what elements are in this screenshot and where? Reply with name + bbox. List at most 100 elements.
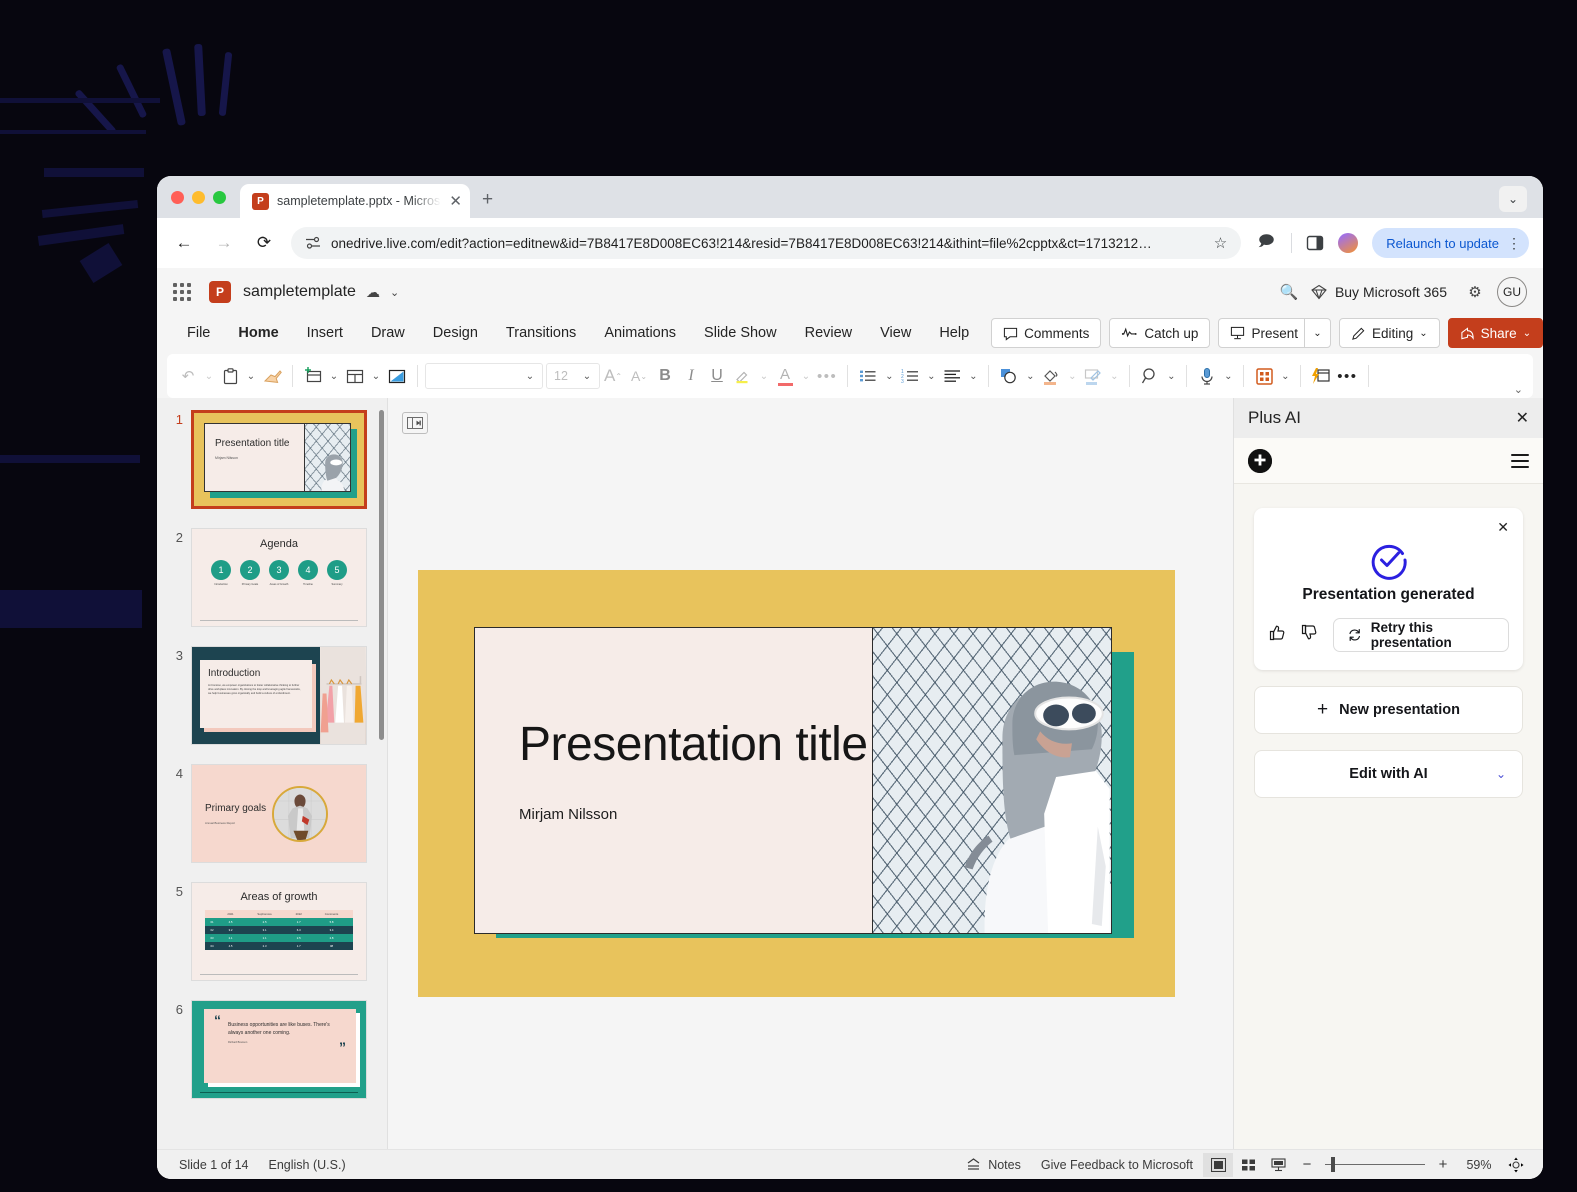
relaunch-to-update-button[interactable]: Relaunch to update ⋮ — [1372, 228, 1529, 258]
thumbnail-row[interactable]: 4 Primary goals Annual Business Report — [157, 764, 387, 863]
slide-title[interactable]: Presentation title — [519, 719, 872, 770]
close-icon[interactable]: ✕ — [449, 194, 462, 209]
thumbnail-row[interactable]: 2 Agenda 1 2 3 4 5 Introduction Primary … — [157, 528, 387, 627]
maximize-window-button[interactable] — [213, 190, 226, 204]
share-button[interactable]: Share ⌄ — [1447, 318, 1543, 348]
address-bar[interactable]: onedrive.live.com/edit?action=editnew&id… — [291, 227, 1242, 259]
present-button[interactable]: Present ⌄ — [1218, 318, 1331, 348]
minimize-window-button[interactable] — [192, 190, 205, 204]
zoom-level[interactable]: 59% — [1457, 1158, 1501, 1172]
chevron-down-icon[interactable]: ⌄ — [1022, 361, 1038, 391]
font-size-input[interactable]: 12 ⌄ — [546, 363, 600, 389]
designer-grid-icon[interactable] — [1251, 361, 1277, 391]
chevron-down-icon[interactable]: ⌄ — [1514, 383, 1523, 396]
autosave-cloud-icon[interactable]: ☁ — [366, 284, 380, 301]
thumbnail-row[interactable]: 3 Introduction At Contoso, we empower or… — [157, 646, 387, 745]
bold-button[interactable]: B — [652, 361, 678, 391]
slide-thumbnail-2[interactable]: Agenda 1 2 3 4 5 Introduction Primary Go… — [191, 528, 367, 627]
new-presentation-button[interactable]: + New presentation — [1254, 686, 1523, 734]
kebab-menu-icon[interactable]: ⋮ — [1507, 235, 1521, 252]
catch-up-button[interactable]: Catch up — [1109, 318, 1211, 348]
underline-button[interactable]: U — [704, 361, 730, 391]
undo-icon[interactable]: ↶ — [175, 361, 201, 391]
buy-microsoft-365-button[interactable]: Buy Microsoft 365 — [1311, 284, 1447, 300]
extensions-icon[interactable]: 🗩 — [1255, 231, 1277, 256]
arrow-left-icon[interactable]: ← — [171, 230, 197, 256]
arrow-right-icon[interactable]: → — [211, 230, 237, 256]
thumbs-up-icon[interactable] — [1268, 624, 1287, 646]
gear-icon[interactable]: ⚙ — [1459, 276, 1491, 308]
reading-view-icon[interactable] — [1263, 1153, 1293, 1177]
retry-presentation-button[interactable]: Retry this presentation — [1333, 618, 1510, 652]
document-title[interactable]: sampletemplate — [243, 283, 356, 301]
zoom-slider-thumb[interactable] — [1331, 1157, 1335, 1172]
new-slide-icon[interactable] — [300, 361, 326, 391]
find-icon[interactable] — [1137, 361, 1163, 391]
shape-format-icon[interactable] — [1080, 361, 1106, 391]
italic-button[interactable]: I — [678, 361, 704, 391]
slide-thumbnail-3[interactable]: Introduction At Contoso, we empower orga… — [191, 646, 367, 745]
more-options-icon[interactable]: ••• — [1334, 361, 1360, 391]
shape-fill-icon[interactable] — [1038, 361, 1064, 391]
chevron-down-icon[interactable]: ⌄ — [243, 361, 259, 391]
panel-scrollbar[interactable] — [379, 410, 384, 740]
reload-icon[interactable]: ⟳ — [251, 230, 277, 256]
format-painter-icon[interactable] — [259, 361, 285, 391]
text-highlight-icon[interactable] — [730, 361, 756, 391]
dictate-microphone-icon[interactable] — [1194, 361, 1220, 391]
browser-tab[interactable]: P sampletemplate.pptx - Micros ✕ — [240, 184, 470, 218]
chevron-down-icon[interactable]: ⌄ — [1064, 361, 1080, 391]
new-tab-button[interactable]: + — [482, 190, 493, 209]
hamburger-menu-icon[interactable] — [1511, 453, 1529, 468]
slide-thumbnail-5[interactable]: Areas of growth 2021 Sophomore 2022 Comm… — [191, 882, 367, 981]
ribbon-tab-file[interactable]: File — [173, 321, 224, 345]
site-settings-icon[interactable] — [305, 235, 321, 251]
chevron-down-icon[interactable]: ⌄ — [390, 286, 399, 299]
feedback-button[interactable]: Give Feedback to Microsoft — [1031, 1158, 1203, 1172]
slide-subtitle[interactable]: Mirjam Nilsson — [519, 806, 872, 823]
slide-sorter-icon[interactable] — [1233, 1153, 1263, 1177]
increase-font-size-icon[interactable]: A ⌃ — [600, 361, 626, 391]
bulleted-list-icon[interactable] — [855, 361, 881, 391]
chevron-down-icon[interactable]: ⌄ — [201, 361, 217, 391]
slide-thumbnail-4[interactable]: Primary goals Annual Business Report — [191, 764, 367, 863]
chevron-down-icon[interactable]: ⌄ — [326, 361, 342, 391]
close-window-button[interactable] — [171, 190, 184, 204]
chevron-down-icon[interactable]: ⌄ — [1277, 361, 1293, 391]
star-icon[interactable]: ☆ — [1214, 234, 1227, 252]
slide-thumbnail-6[interactable]: “ Business opportunities are like buses.… — [191, 1000, 367, 1099]
reset-slide-icon[interactable] — [384, 361, 410, 391]
ribbon-tab-help[interactable]: Help — [925, 321, 983, 345]
close-icon[interactable]: ✕ — [1516, 408, 1529, 428]
ribbon-tab-slide-show[interactable]: Slide Show — [690, 321, 791, 345]
zoom-slider[interactable] — [1325, 1157, 1425, 1172]
profile-avatar[interactable] — [1338, 233, 1359, 253]
align-left-icon[interactable] — [939, 361, 965, 391]
slide-layout-icon[interactable] — [342, 361, 368, 391]
account-avatar[interactable]: GU — [1497, 277, 1527, 307]
thumbnail-row[interactable]: 1 Presentation title Mirjam Nilsson — [157, 410, 387, 509]
plus-ai-addin-icon[interactable] — [1308, 361, 1334, 391]
chevron-down-icon[interactable]: ⌄ — [1523, 328, 1531, 339]
search-icon[interactable]: 🔍 — [1273, 276, 1305, 308]
numbered-list-icon[interactable]: 1 2 3 — [897, 361, 923, 391]
chevron-down-icon[interactable]: ⌄ — [881, 361, 897, 391]
zoom-out-button[interactable]: − — [1293, 1156, 1321, 1173]
comments-button[interactable]: Comments — [991, 318, 1102, 348]
chevron-down-icon[interactable]: ⌄ — [1496, 767, 1506, 781]
chevron-down-icon[interactable]: ⌄ — [579, 361, 595, 391]
chevron-down-icon[interactable]: ⌄ — [798, 361, 814, 391]
shapes-icon[interactable] — [996, 361, 1022, 391]
zoom-in-button[interactable]: + — [1429, 1156, 1457, 1173]
more-options-icon[interactable]: ••• — [814, 361, 840, 391]
chevron-down-icon[interactable]: ⌄ — [965, 361, 981, 391]
edit-with-ai-button[interactable]: Edit with AI ⌄ — [1254, 750, 1523, 798]
ribbon-tab-animations[interactable]: Animations — [590, 321, 690, 345]
font-color-button[interactable]: A — [772, 361, 798, 391]
thumbnail-row[interactable]: 5 Areas of growth 2021 Sophomore 2022 Co… — [157, 882, 387, 981]
chevron-down-icon[interactable]: ⌄ — [368, 361, 384, 391]
thumbnail-row[interactable]: 6 “ Business opportunities are like buse… — [157, 1000, 387, 1099]
ribbon-tab-insert[interactable]: Insert — [293, 321, 357, 345]
font-name-input[interactable]: ⌄ — [425, 363, 543, 389]
ribbon-tab-design[interactable]: Design — [419, 321, 492, 345]
